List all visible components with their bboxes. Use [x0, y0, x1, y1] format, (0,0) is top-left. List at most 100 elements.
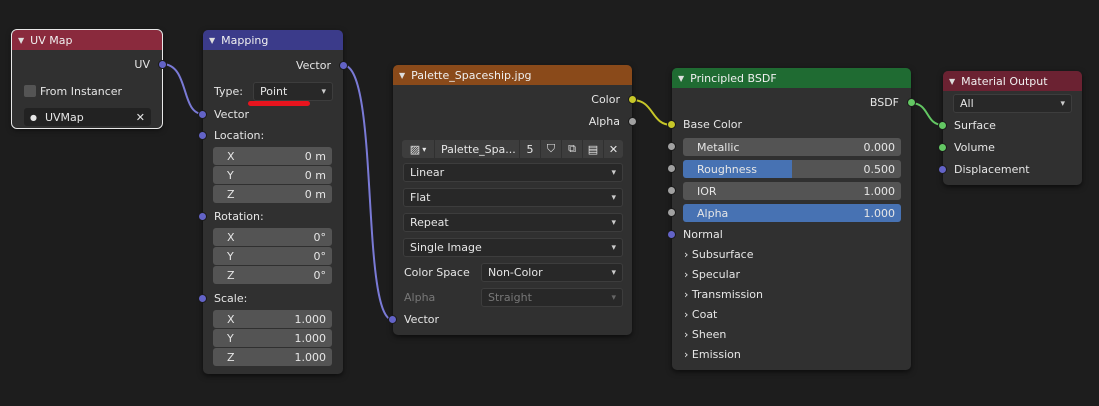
target-dropdown[interactable]: All ▾	[953, 94, 1072, 113]
projection-dropdown[interactable]: Flat ▾	[403, 188, 623, 207]
scale-y-field[interactable]: Y 1.000	[213, 329, 332, 347]
clear-icon[interactable]: ✕	[136, 111, 145, 124]
shield-icon: ⛉	[546, 142, 556, 155]
chevron-down-icon: ▾	[422, 144, 427, 154]
chevron-down-icon: ▾	[611, 267, 616, 278]
link-color-to-basecolor	[631, 99, 673, 126]
mapping-output-label: Vector	[295, 59, 331, 72]
unlink-button[interactable]: ✕	[604, 140, 623, 158]
scale-socket[interactable]	[198, 294, 207, 303]
collapse-chevron-icon[interactable]: ▼	[209, 36, 215, 45]
rotation-y-field[interactable]: Y 0°	[213, 247, 332, 265]
uv-map-title: UV Map	[30, 33, 73, 47]
color-space-label: Color Space	[404, 266, 470, 279]
chevron-right-icon: ›	[684, 328, 689, 341]
image-texture-node[interactable]: ▼ Palette_Spaceship.jpg Color Alpha ▨ ▾ P…	[388, 65, 637, 335]
mapping-header[interactable]: ▼ Mapping	[203, 30, 343, 50]
output-header[interactable]: ▼ Material Output	[943, 71, 1082, 91]
texture-vector-input-socket[interactable]	[388, 315, 397, 324]
color-output-socket[interactable]	[628, 95, 637, 104]
color-space-dropdown[interactable]: Non-Color ▾	[481, 263, 623, 282]
duplicate-button[interactable]: ⧉	[562, 140, 582, 158]
image-texture-header[interactable]: ▼ Palette_Spaceship.jpg	[393, 65, 632, 85]
base-color-socket[interactable]	[667, 120, 676, 129]
image-browse-button[interactable]: ▨ ▾	[402, 140, 434, 158]
ior-socket[interactable]	[667, 186, 676, 195]
location-x-field[interactable]: X0 m	[213, 147, 332, 165]
mapping-vector-input-label: Vector	[214, 108, 250, 121]
chevron-down-icon: ▾	[321, 86, 326, 97]
source-dropdown[interactable]: Single Image ▾	[403, 238, 623, 257]
metallic-field[interactable]: Metallic 0.000	[683, 138, 901, 156]
base-color-label: Base Color	[683, 118, 743, 131]
bsdf-output-socket[interactable]	[907, 98, 916, 107]
uvmap-selector[interactable]: ● UVMap ✕	[24, 108, 151, 126]
scale-x-field[interactable]: X 1.000	[213, 310, 332, 328]
collapse-chevron-icon[interactable]: ▼	[399, 71, 405, 80]
panel-emission[interactable]: › Emission	[684, 348, 741, 361]
principled-title: Principled BSDF	[690, 71, 777, 85]
bsdf-output-label: BSDF	[869, 96, 899, 109]
uvmap-name: UVMap	[44, 110, 84, 124]
ior-field[interactable]: IOR 1.000	[683, 182, 901, 200]
roughness-field[interactable]: Roughness 0.500	[683, 160, 901, 178]
extension-dropdown[interactable]: Repeat ▾	[403, 213, 623, 232]
panel-specular[interactable]: › Specular	[684, 268, 740, 281]
rotation-socket[interactable]	[198, 212, 207, 221]
pack-button[interactable]: ▤	[583, 140, 603, 158]
uv-dot-icon: ●	[30, 112, 37, 122]
chevron-down-icon: ▾	[611, 217, 616, 228]
displacement-socket[interactable]	[938, 165, 947, 174]
link-uv-to-mapping	[161, 63, 204, 115]
uv-map-header[interactable]: ▼ UV Map	[12, 30, 162, 50]
location-y-field[interactable]: Y0 m	[213, 166, 332, 184]
color-output-label: Color	[591, 93, 620, 106]
surface-socket[interactable]	[938, 121, 947, 130]
collapse-chevron-icon[interactable]: ▼	[18, 36, 24, 45]
location-z-field[interactable]: Z0 m	[213, 185, 332, 203]
displacement-label: Displacement	[954, 163, 1030, 176]
location-socket[interactable]	[198, 131, 207, 140]
image-name-field[interactable]: Palette_Spa...	[435, 140, 519, 158]
mapping-node[interactable]: ▼ Mapping Vector Type: Point ▾ Vector Lo…	[198, 30, 348, 374]
collapse-chevron-icon[interactable]: ▼	[949, 77, 955, 86]
principled-bsdf-node[interactable]: ▼ Principled BSDF BSDF Base Color Metall…	[667, 68, 916, 370]
alpha-output-socket[interactable]	[628, 117, 637, 126]
user-count[interactable]: 5	[520, 140, 540, 158]
chevron-down-icon: ▾	[611, 167, 616, 178]
mapping-vector-input-socket[interactable]	[198, 110, 207, 119]
uv-map-node[interactable]: ▼ UV Map UV From Instancer ● UVMap ✕	[11, 29, 167, 129]
metallic-socket[interactable]	[667, 142, 676, 151]
normal-socket[interactable]	[667, 230, 676, 239]
rotation-z-field[interactable]: Z 0°	[213, 266, 332, 284]
mapping-title: Mapping	[221, 33, 269, 47]
collapse-chevron-icon[interactable]: ▼	[678, 74, 684, 83]
chevron-right-icon: ›	[684, 288, 689, 301]
chevron-down-icon: ▾	[611, 292, 616, 303]
scale-label: Scale:	[214, 292, 248, 305]
volume-socket[interactable]	[938, 143, 947, 152]
principled-header[interactable]: ▼ Principled BSDF	[672, 68, 911, 88]
from-instancer-checkbox[interactable]	[24, 85, 36, 97]
panel-sheen[interactable]: › Sheen	[684, 328, 726, 341]
type-dropdown[interactable]: Point ▾	[253, 82, 333, 101]
annotation-underline	[248, 101, 310, 106]
panel-subsurface[interactable]: › Subsurface	[684, 248, 754, 261]
alpha-field[interactable]: Alpha 1.000	[683, 204, 901, 222]
roughness-socket[interactable]	[667, 164, 676, 173]
mapping-output-socket[interactable]	[339, 61, 348, 70]
rotation-x-field[interactable]: X 0°	[213, 228, 332, 246]
chevron-right-icon: ›	[684, 248, 689, 261]
fake-user-button[interactable]: ⛉	[541, 140, 561, 158]
material-output-node[interactable]: ▼ Material Output All ▾ Surface Volume Di…	[938, 71, 1082, 185]
alpha-socket[interactable]	[667, 208, 676, 217]
normal-label: Normal	[683, 228, 723, 241]
scale-z-field[interactable]: Z 1.000	[213, 348, 332, 366]
alpha-output-label: Alpha	[588, 115, 620, 128]
interpolation-dropdown[interactable]: Linear ▾	[403, 163, 623, 182]
output-title: Material Output	[961, 74, 1048, 88]
panel-transmission[interactable]: › Transmission	[684, 288, 763, 301]
uv-output-socket[interactable]	[158, 60, 167, 69]
alpha-mode-label: Alpha	[404, 291, 436, 304]
panel-coat[interactable]: › Coat	[684, 308, 717, 321]
